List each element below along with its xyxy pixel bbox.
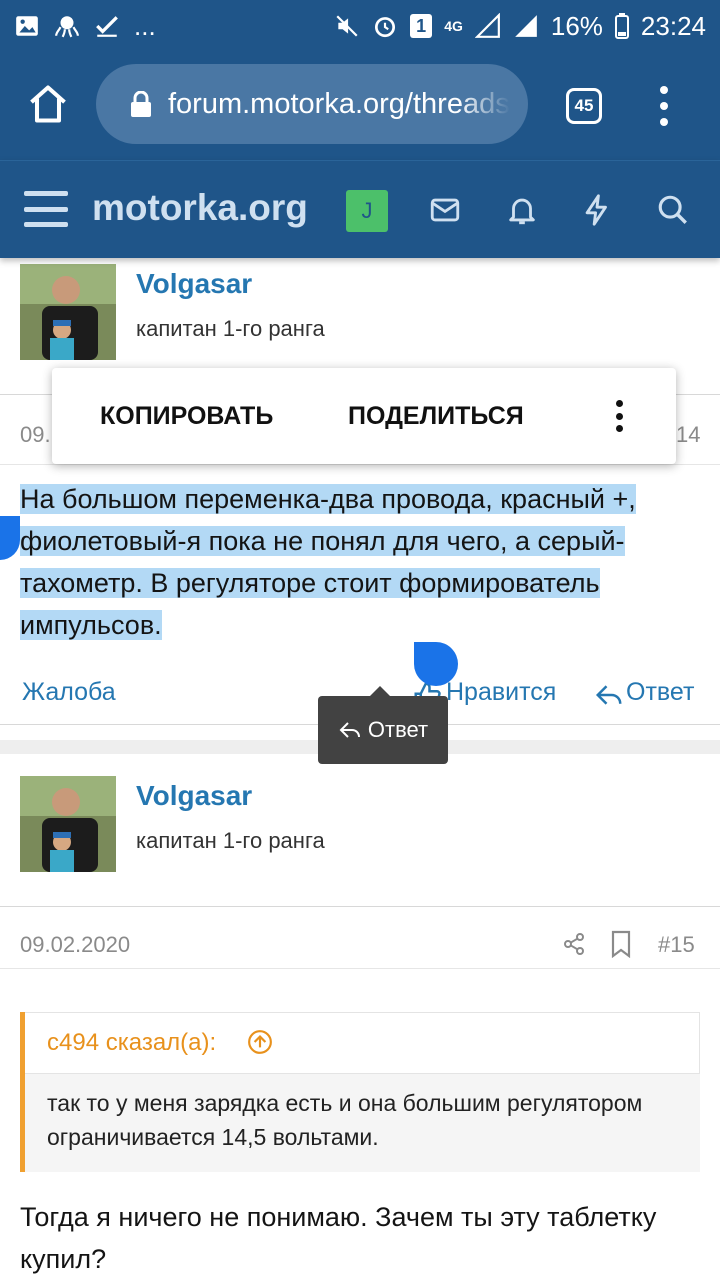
post-date[interactable]: 09.02.2020 — [20, 932, 130, 958]
post-text: Тогда я ничего не понимаю. Зачем ты эту … — [20, 1202, 657, 1274]
post-author[interactable]: Volgasar — [136, 268, 252, 300]
reply-link[interactable]: Ответ — [626, 678, 694, 707]
post-number[interactable]: #15 — [658, 932, 695, 958]
more-options-icon[interactable] — [616, 400, 624, 432]
bookmark-icon[interactable] — [610, 930, 632, 958]
lightning-icon[interactable] — [580, 193, 614, 227]
author-rank: капитан 1-го ранга — [136, 316, 325, 341]
site-header: motorka.org J — [0, 160, 720, 258]
bell-icon[interactable] — [505, 193, 539, 227]
browser-toolbar: forum.motorka.org/threads 45 — [0, 52, 720, 160]
author-rank: капитан 1-го ранга — [136, 828, 325, 853]
tab-switcher-button[interactable]: 45 — [566, 88, 602, 124]
clock: 23:24 — [640, 10, 706, 41]
quote-text: так то у меня зарядка есть и она большим… — [25, 1074, 700, 1172]
share-button[interactable]: ПОДЕЛИТЬСЯ — [348, 402, 524, 431]
signal-icon — [474, 13, 500, 38]
quote-header: с494 сказал(а): — [25, 1012, 700, 1074]
avatar[interactable] — [20, 776, 116, 872]
like-link[interactable]: Нравится — [446, 678, 556, 707]
battery-icon — [614, 13, 629, 39]
lock-icon — [131, 91, 151, 117]
share-icon[interactable] — [562, 932, 586, 956]
home-icon[interactable] — [26, 82, 70, 126]
alarm-icon — [375, 17, 396, 38]
selection-start-handle[interactable] — [0, 516, 20, 560]
avatar[interactable] — [20, 264, 116, 360]
mail-icon[interactable] — [428, 193, 462, 227]
thread-content: Volgasar капитан 1-го ранга 09. 14 КОПИР… — [0, 258, 720, 1280]
hamburger-menu-icon[interactable] — [24, 191, 68, 227]
status-bar: ... 1 4G 16% 23:24 — [0, 0, 720, 52]
octopus-icon — [55, 16, 79, 38]
text-selection-menu: КОПИРОВАТЬ ПОДЕЛИТЬСЯ — [52, 368, 676, 464]
post-author[interactable]: Volgasar — [136, 780, 252, 812]
battery-percent: 16% — [550, 10, 603, 41]
post-number[interactable]: 14 — [676, 422, 700, 448]
signal-icon-2 — [515, 15, 537, 37]
quote-author[interactable]: с494 сказал(а): — [47, 1029, 216, 1057]
search-icon[interactable] — [656, 193, 690, 227]
selection-end-handle[interactable] — [414, 642, 458, 686]
browser-menu-icon[interactable] — [656, 86, 672, 126]
copy-button[interactable]: КОПИРОВАТЬ — [100, 402, 273, 431]
status-more: ... — [134, 10, 156, 41]
network-type: 4G — [444, 18, 463, 34]
reply-tooltip[interactable]: Ответ — [318, 686, 448, 764]
site-title[interactable]: motorka.org — [92, 187, 308, 229]
arrow-up-circle-icon[interactable] — [247, 1029, 273, 1055]
quote-block: с494 сказал(а): так то у меня зарядка ес… — [20, 1012, 700, 1172]
sim-badge: 1 — [410, 14, 433, 38]
url-bar[interactable]: forum.motorka.org/threads — [96, 64, 528, 144]
divider — [0, 464, 720, 465]
post-date[interactable]: 09. — [20, 422, 51, 448]
report-link[interactable]: Жалоба — [22, 678, 116, 707]
tooltip-label: Ответ — [367, 717, 429, 742]
mute-icon — [336, 15, 358, 37]
post-body: На большом переменка-два провода, красны… — [20, 478, 700, 646]
divider — [0, 968, 720, 969]
url-text: forum.motorka.org/threads — [168, 87, 510, 120]
reply-icon — [339, 722, 360, 738]
divider — [0, 906, 720, 907]
post-text: На большом переменка-два провода, красны… — [20, 484, 636, 640]
reply-icon[interactable] — [594, 680, 624, 710]
image-icon — [16, 16, 38, 36]
check-icon — [96, 16, 118, 37]
user-avatar-badge[interactable]: J — [346, 190, 388, 232]
